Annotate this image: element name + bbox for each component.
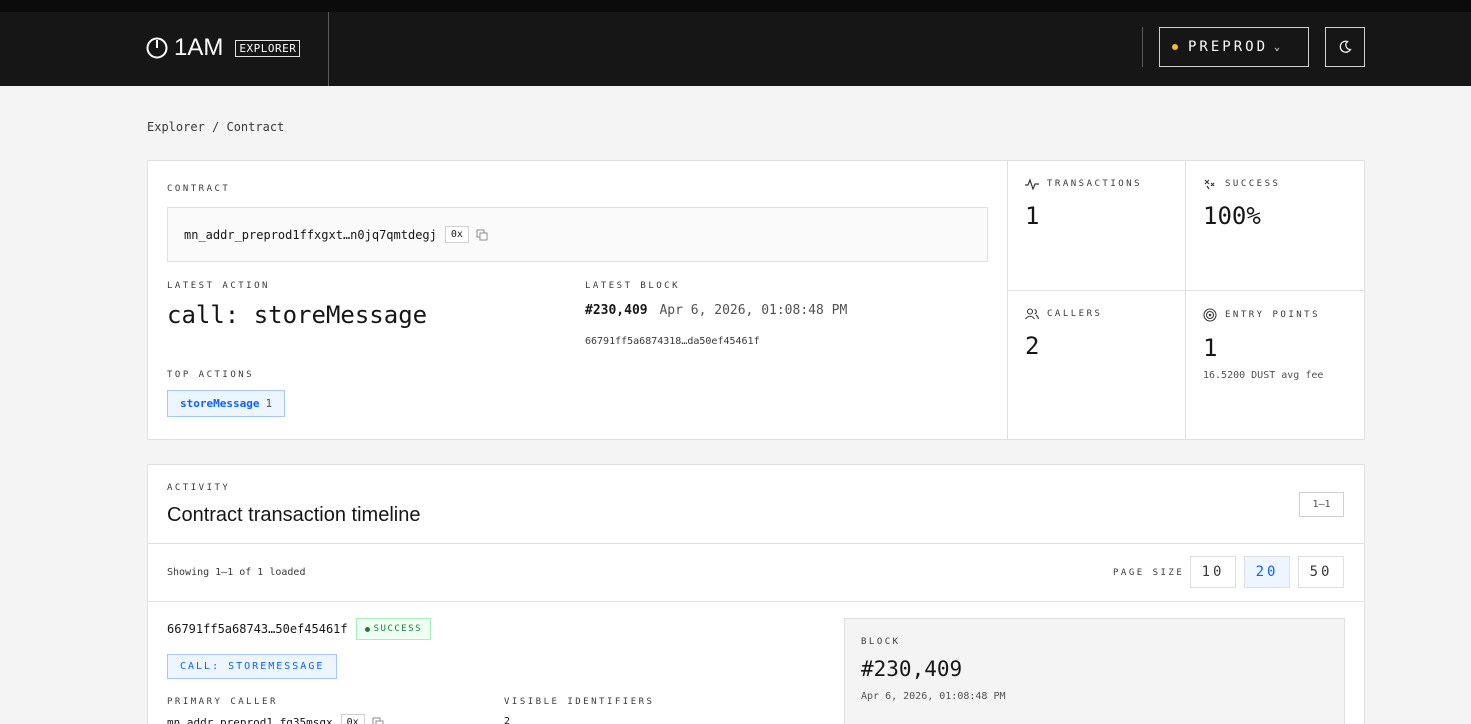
header-divider — [1142, 27, 1143, 67]
block-label: BLOCK — [861, 637, 901, 647]
latest-block-line: #230,409 Apr 6, 2026, 01:08:48 PM — [585, 303, 847, 318]
breadcrumb[interactable]: Explorer / Contract — [147, 120, 284, 134]
visible-identifiers: 2 — [504, 716, 511, 724]
stat-entry-points-label: ENTRY POINTS — [1225, 310, 1321, 320]
copy-icon[interactable] — [476, 229, 488, 241]
primary-caller-row: mn_addr_preprod1…fg35msqx 0x — [167, 714, 384, 724]
sparkle-icon — [1204, 179, 1215, 190]
stat-transactions-value: 1 — [1025, 202, 1040, 230]
network-selector[interactable]: PREPROD ⌄ — [1159, 27, 1309, 67]
latest-block-number[interactable]: #230,409 — [585, 303, 648, 318]
status-badge: SUCCESS — [355, 618, 432, 640]
primary-caller-label: PRIMARY CALLER — [167, 697, 278, 707]
stat-success-label-row: SUCCESS — [1203, 178, 1348, 190]
page-size-group: 10 20 50 — [1190, 556, 1344, 588]
page-size-20-button[interactable]: 20 — [1244, 556, 1290, 588]
app-header: 1AM EXPLORER PREPROD ⌄ — [0, 12, 1471, 86]
top-actions-label: TOP ACTIONS — [167, 370, 255, 380]
page-size-10-button[interactable]: 10 — [1190, 556, 1236, 588]
stat-callers-value: 2 — [1025, 332, 1040, 360]
top-action-count: 1 — [265, 397, 273, 410]
copy-icon[interactable] — [372, 717, 384, 724]
users-icon — [1025, 308, 1039, 320]
stat-callers: CALLERS 2 — [1007, 291, 1186, 440]
stat-entry-points-sub: 16.5200 DUST avg fee — [1203, 370, 1324, 381]
stat-success-value: 100% — [1203, 202, 1261, 230]
top-action-chip[interactable]: storeMessage 1 — [167, 390, 286, 417]
header-divider — [328, 12, 329, 86]
logo-badge: EXPLORER — [235, 39, 301, 57]
block-panel: BLOCK #230,409 Apr 6, 2026, 01:08:48 PM — [844, 618, 1345, 724]
block-number[interactable]: #230,409 — [861, 657, 962, 681]
latest-action: call: storeMessage — [167, 301, 428, 329]
latest-block-hash[interactable]: 66791ff5a6874318…da50ef45461f — [585, 336, 760, 347]
transaction-row[interactable]: 66791ff5a68743…50ef45461f SUCCESS CALL: … — [148, 602, 1364, 724]
stat-success-label: SUCCESS — [1225, 179, 1281, 189]
page-size-label: PAGE SIZE — [1113, 568, 1185, 578]
stat-success: SUCCESS 100% — [1185, 161, 1365, 291]
stat-entry-points: ENTRY POINTS 1 16.5200 DUST avg fee — [1185, 291, 1365, 440]
status-text: SUCCESS — [373, 624, 423, 634]
visible-identifiers-label: VISIBLE IDENTIFIERS — [504, 697, 655, 707]
stat-transactions: TRANSACTIONS 1 — [1007, 161, 1186, 291]
activity-divider — [148, 543, 1364, 544]
contract-address[interactable]: mn_addr_preprod1ffxgxt…n0jq7qmtdegj — [184, 228, 437, 242]
logo[interactable]: 1AM EXPLORER — [146, 34, 301, 62]
stat-callers-label: CALLERS — [1047, 309, 1103, 319]
top-strip — [0, 0, 1471, 12]
range-badge: 1–1 — [1299, 492, 1344, 517]
activity-icon — [1025, 178, 1039, 190]
primary-caller[interactable]: mn_addr_preprod1…fg35msqx — [167, 716, 333, 724]
action-chip[interactable]: CALL: STOREMESSAGE — [167, 654, 338, 679]
stat-transactions-label: TRANSACTIONS — [1047, 179, 1143, 189]
hex-toggle-button[interactable]: 0x — [444, 226, 469, 243]
showing-text: Showing 1–1 of 1 loaded — [167, 567, 306, 578]
stat-transactions-label-row: TRANSACTIONS — [1025, 178, 1169, 190]
power-icon — [146, 37, 168, 59]
latest-block-label: LATEST BLOCK — [585, 281, 681, 291]
moon-icon — [1339, 40, 1352, 53]
activity-card: ACTIVITY Contract transaction timeline 1… — [147, 464, 1365, 724]
target-icon — [1203, 308, 1217, 322]
stat-entry-points-value: 1 — [1203, 334, 1218, 362]
network-status-dot — [1172, 44, 1178, 50]
activity-title: Contract transaction timeline — [167, 504, 421, 526]
logo-text: 1AM — [174, 34, 224, 61]
hex-toggle-button[interactable]: 0x — [340, 714, 365, 724]
page-size-50-button[interactable]: 50 — [1298, 556, 1344, 588]
status-dot — [364, 626, 370, 632]
contract-eyebrow: CONTRACT — [167, 184, 231, 194]
stat-callers-label-row: CALLERS — [1025, 308, 1169, 320]
tx-hash-row: 66791ff5a68743…50ef45461f SUCCESS — [167, 618, 432, 640]
activity-eyebrow: ACTIVITY — [167, 483, 231, 493]
theme-toggle-button[interactable] — [1325, 27, 1365, 67]
contract-address-box: mn_addr_preprod1ffxgxt…n0jq7qmtdegj 0x — [167, 207, 988, 262]
network-label: PREPROD — [1188, 39, 1269, 55]
latest-block-time: Apr 6, 2026, 01:08:48 PM — [659, 303, 848, 318]
chevron-down-icon: ⌄ — [1274, 41, 1281, 53]
latest-action-label: LATEST ACTION — [167, 281, 270, 291]
top-action-name: storeMessage — [180, 397, 260, 410]
stat-entry-points-label-row: ENTRY POINTS — [1203, 308, 1348, 322]
contract-card: CONTRACT mn_addr_preprod1ffxgxt…n0jq7qmt… — [147, 160, 1365, 440]
block-time: Apr 6, 2026, 01:08:48 PM — [861, 691, 1006, 702]
tx-hash[interactable]: 66791ff5a68743…50ef45461f — [167, 622, 348, 636]
